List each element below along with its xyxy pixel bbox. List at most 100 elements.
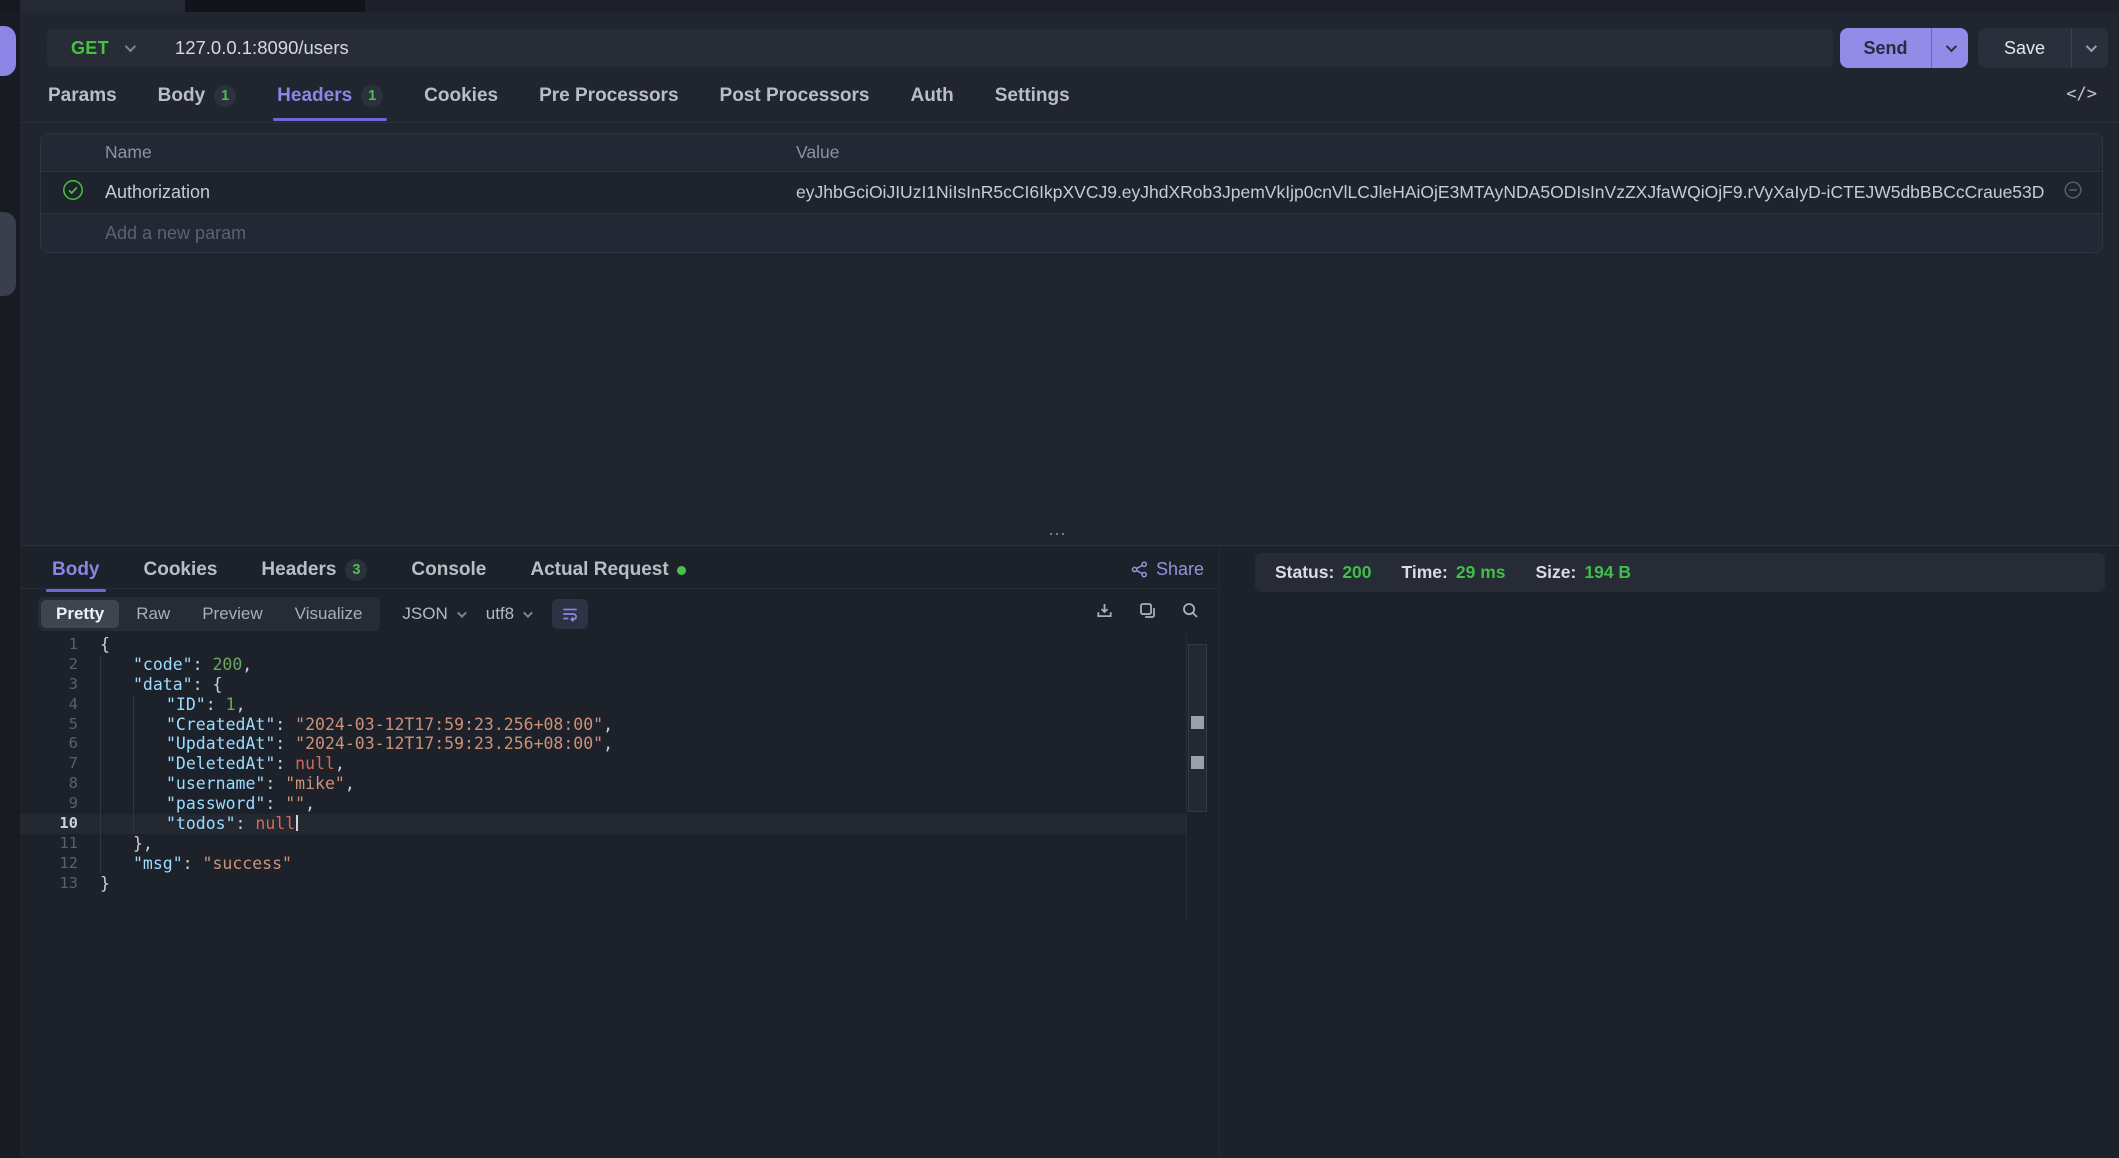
window-tab-active[interactable]: [185, 0, 365, 12]
request-tab-auth[interactable]: Auth: [910, 85, 953, 107]
line-number: 2: [20, 655, 90, 675]
pane-resize-handle[interactable]: ⋯: [1048, 524, 1068, 545]
line-number: 4: [20, 695, 90, 715]
remove-row-icon[interactable]: [2063, 180, 2083, 205]
request-tab-params[interactable]: Params: [48, 85, 117, 107]
line-number: 8: [20, 774, 90, 794]
indent-guide: [133, 695, 166, 715]
window-tab-strip-filler: [365, 0, 2119, 12]
send-button[interactable]: Send: [1840, 28, 1968, 68]
word-wrap-toggle[interactable]: [552, 599, 588, 629]
response-tab-cookies[interactable]: Cookies: [144, 559, 218, 581]
token-p: {: [100, 635, 110, 654]
header-name-cell[interactable]: Authorization: [105, 182, 796, 203]
url-input[interactable]: 127.0.0.1:8090/users: [175, 37, 349, 59]
indent-guide: [100, 814, 133, 834]
token-p: ,: [242, 655, 252, 674]
copy-response-icon[interactable]: [1138, 601, 1157, 620]
response-tab-console[interactable]: Console: [411, 559, 486, 581]
request-tab-settings[interactable]: Settings: [995, 85, 1070, 107]
encoding-dropdown[interactable]: utf8: [486, 604, 530, 624]
method-select[interactable]: GET: [71, 38, 109, 59]
indent-guide: [100, 794, 133, 814]
token-p: },: [133, 834, 153, 853]
response-tabs-divider: [20, 588, 1218, 589]
indent-guide: [133, 734, 166, 754]
response-tab-label-console: Console: [411, 559, 486, 581]
request-tab-pre-processors[interactable]: Pre Processors: [539, 85, 678, 107]
token-k: "code": [133, 655, 193, 674]
line-number: 6: [20, 734, 90, 754]
line-number: 9: [20, 794, 90, 814]
token-p: {: [212, 675, 222, 694]
send-dropdown-chevron-icon[interactable]: [1931, 28, 1968, 68]
add-param-placeholder[interactable]: Add a new param: [105, 223, 796, 244]
generate-code-icon[interactable]: </>: [2066, 84, 2097, 104]
indent-guide: [133, 715, 166, 735]
code-line: 7"DeletedAt": null,: [20, 754, 1186, 774]
viewer-action-icons: [1095, 601, 1200, 620]
code-line: 6 "UpdatedAt": "2024-03-12T17:59:23.256+0…: [20, 734, 1186, 754]
request-tab-post-processors[interactable]: Post Processors: [720, 85, 870, 107]
sidebar-item-indicator[interactable]: [0, 212, 16, 296]
download-response-icon[interactable]: [1095, 601, 1114, 620]
indent-guide: [100, 695, 133, 715]
request-tab-headers[interactable]: Headers1: [277, 85, 383, 107]
save-button[interactable]: Save: [1978, 28, 2108, 68]
share-button[interactable]: Share: [1131, 559, 1204, 580]
save-dropdown-chevron-icon[interactable]: [2071, 28, 2108, 68]
token-p: :: [193, 655, 213, 674]
line-number: 11: [20, 834, 90, 854]
code-line: 11},: [20, 834, 1186, 854]
add-param-row[interactable]: Add a new param: [41, 214, 2102, 252]
headers-table: Name Value AuthorizationeyJhbGciOiJIUzI1…: [40, 133, 2103, 253]
sidebar-active-item-indicator[interactable]: [0, 26, 16, 76]
indent-guide: [100, 754, 133, 774]
response-tab-bar: Body Cookies Headers3 Console Actual Request: [52, 552, 686, 588]
token-k: "UpdatedAt": [166, 734, 275, 753]
view-mode-visualize[interactable]: Visualize: [280, 600, 378, 628]
status-dot-icon: [677, 566, 686, 575]
request-tab-body[interactable]: Body1: [158, 85, 237, 107]
send-button-label: Send: [1840, 28, 1931, 68]
format-dropdown[interactable]: JSON: [402, 604, 463, 624]
url-bar: GET 127.0.0.1:8090/users: [47, 29, 1833, 67]
token-p: ,: [305, 794, 315, 813]
line-number: 10: [20, 814, 90, 834]
format-dropdown-label: JSON: [402, 604, 447, 624]
window-tab[interactable]: [20, 0, 185, 12]
token-p: :: [206, 695, 226, 714]
token-n: 200: [212, 655, 242, 674]
line-number: 7: [20, 754, 90, 774]
token-s: "2024-03-12T17:59:23.256+08:00": [295, 734, 603, 753]
response-body-editor[interactable]: 1{2"code": 200,3"data": {4"ID": 1,5"Crea…: [20, 635, 1218, 1158]
enabled-check-icon[interactable]: [62, 179, 84, 206]
view-mode-preview[interactable]: Preview: [187, 600, 277, 628]
view-mode-raw[interactable]: Raw: [121, 600, 185, 628]
code-line: 10"todos": null: [20, 814, 1186, 834]
response-meta-pane: Status:200Time:29 msSize:194 B: [1219, 546, 2119, 1158]
header-value-cell[interactable]: eyJhbGciOiJIUzI1NiIsInR5cCI6IkpXVCJ9.eyJ…: [796, 182, 2044, 203]
request-tab-label-settings: Settings: [995, 85, 1070, 107]
view-mode-pretty[interactable]: Pretty: [41, 600, 119, 628]
token-p: :: [275, 734, 295, 753]
indent-guide: [100, 715, 133, 735]
response-tab-headers[interactable]: Headers3: [261, 559, 367, 581]
response-tab-label-actual-request: Actual Request: [530, 559, 668, 581]
header-row: AuthorizationeyJhbGciOiJIUzI1NiIsInR5cCI…: [41, 171, 2102, 214]
response-status-bar: Status:200Time:29 msSize:194 B: [1255, 553, 2105, 592]
code-line: 9"password": "",: [20, 794, 1186, 814]
search-response-icon[interactable]: [1181, 601, 1200, 620]
token-p: }: [100, 874, 110, 893]
response-tab-actual-request[interactable]: Actual Request: [530, 559, 685, 581]
overview-ruler-mark: [1191, 756, 1204, 769]
token-p: :: [183, 854, 203, 873]
api-client-window: GET 127.0.0.1:8090/users Send Save Param…: [0, 0, 2119, 1158]
method-chevron-down-icon[interactable]: [125, 39, 133, 57]
request-tab-cookies[interactable]: Cookies: [424, 85, 498, 107]
request-tab-label-pre-processors: Pre Processors: [539, 85, 678, 107]
overview-ruler-mark: [1191, 716, 1204, 729]
response-tab-body[interactable]: Body: [52, 559, 100, 581]
token-p: :: [193, 675, 213, 694]
indent-guide: [100, 834, 133, 854]
